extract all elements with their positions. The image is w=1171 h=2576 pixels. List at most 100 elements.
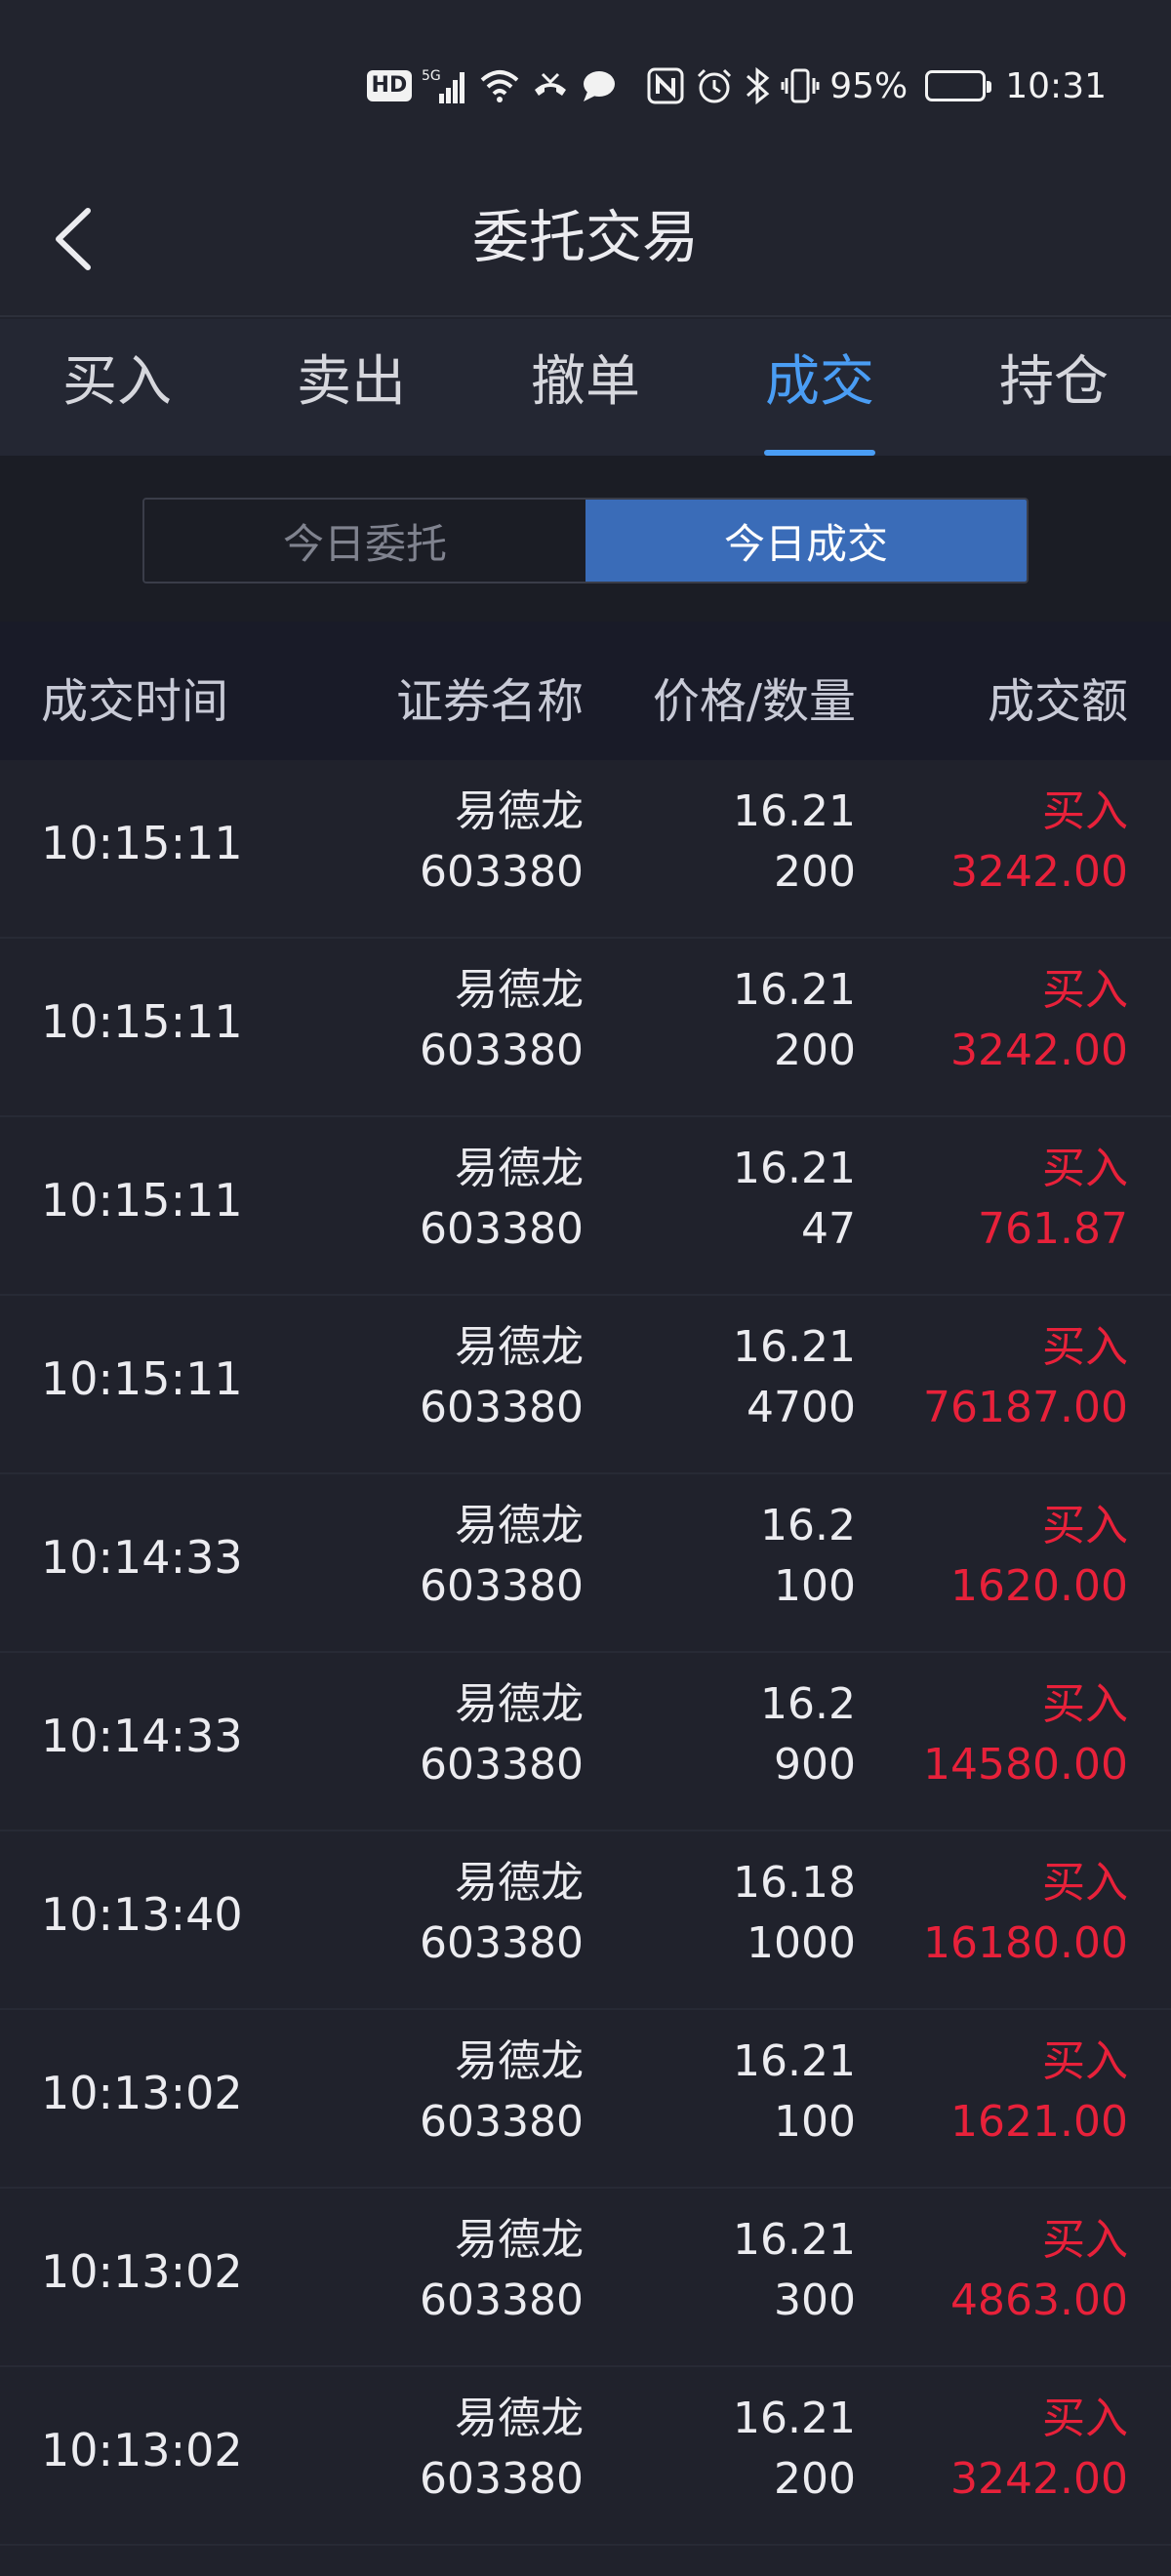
table-row[interactable]: 10:15:11 易德龙 603380 16.21 200 买入 3242.00 <box>0 939 1171 1117</box>
trade-side: 买入 <box>1042 1144 1128 1193</box>
table-header: 成交时间 证券名称 价格/数量 成交额 <box>0 622 1171 760</box>
trade-price: 16.21 <box>733 965 856 1015</box>
security-code: 603380 <box>420 1561 584 1611</box>
header-price-qty: 价格/数量 <box>652 674 856 729</box>
table-row[interactable]: 10:13:40 易德龙 603380 16.18 1000 买入 16180.00 <box>0 1831 1171 2010</box>
trade-quantity: 200 <box>774 847 856 897</box>
price-qty-cell: 16.21 300 <box>733 2210 856 2331</box>
price-qty-cell: 16.21 200 <box>733 960 856 1081</box>
trade-price: 16.2 <box>760 1501 856 1550</box>
hd-icon: HD <box>366 64 413 107</box>
trade-price: 16.2 <box>760 1679 856 1729</box>
table-row[interactable]: 10:13:02 易德龙 603380 16.21 300 买入 4863.00 <box>0 2189 1171 2367</box>
security-name: 易德龙 <box>455 1501 584 1550</box>
trade-quantity: 100 <box>774 1561 856 1611</box>
table-row[interactable]: 10:15:11 易德龙 603380 16.21 200 买入 3242.00 <box>0 760 1171 939</box>
security-cell: 易德龙 603380 <box>420 2210 584 2331</box>
trade-amount: 3242.00 <box>950 847 1128 897</box>
tab-sell[interactable]: 卖出 <box>234 319 468 456</box>
security-name: 易德龙 <box>455 965 584 1015</box>
trade-side: 买入 <box>1042 1679 1128 1729</box>
amount-cell: 买入 3242.00 <box>950 960 1128 1081</box>
amount-cell: 买入 761.87 <box>978 1139 1128 1260</box>
tab-filled[interactable]: 成交 <box>703 319 937 456</box>
amount-cell: 买入 16180.00 <box>923 1853 1128 1974</box>
amount-cell: 买入 76187.00 <box>923 1317 1128 1438</box>
trade-time: 10:13:02 <box>41 2424 243 2476</box>
nfc-icon <box>646 64 685 107</box>
signal-label: 5G <box>422 68 441 84</box>
trade-price: 16.21 <box>733 1144 856 1193</box>
tab-buy[interactable]: 买入 <box>0 319 234 456</box>
bluetooth-icon <box>744 64 771 107</box>
security-code: 603380 <box>420 847 584 897</box>
security-code: 603380 <box>420 1918 584 1968</box>
segmented-control: 今日委托 今日成交 <box>142 498 1029 584</box>
wifi-icon <box>478 64 521 107</box>
trade-quantity: 300 <box>774 2275 856 2325</box>
header-amount: 成交额 <box>987 674 1128 729</box>
security-cell: 易德龙 603380 <box>420 1853 584 1974</box>
trade-quantity: 47 <box>801 1204 856 1254</box>
trade-side: 买入 <box>1042 2215 1128 2265</box>
security-cell: 易德龙 603380 <box>420 960 584 1081</box>
price-qty-cell: 16.21 200 <box>733 782 856 903</box>
table-row[interactable]: 10:15:11 易德龙 603380 16.21 47 买入 761.87 <box>0 1117 1171 1296</box>
security-code: 603380 <box>420 1383 584 1432</box>
table-row[interactable]: 10:13:02 易德龙 603380 16.21 200 买入 3242.00 <box>0 2367 1171 2546</box>
price-qty-cell: 16.21 200 <box>733 2389 856 2510</box>
header-time: 成交时间 <box>41 674 229 729</box>
tab-positions[interactable]: 持仓 <box>937 319 1171 456</box>
security-cell: 易德龙 603380 <box>420 2389 584 2510</box>
security-cell: 易德龙 603380 <box>420 1674 584 1795</box>
table-row[interactable]: 10:14:33 易德龙 603380 16.2 100 买入 1620.00 <box>0 1474 1171 1653</box>
trade-amount: 4863.00 <box>950 2275 1128 2325</box>
trade-time: 10:13:40 <box>41 1888 243 1941</box>
tab-cancel[interactable]: 撤单 <box>468 319 703 456</box>
price-qty-cell: 16.2 100 <box>760 1496 856 1617</box>
amount-cell: 买入 1621.00 <box>950 2032 1128 2153</box>
price-qty-cell: 16.2 900 <box>760 1674 856 1795</box>
trade-amount: 1620.00 <box>950 1561 1128 1611</box>
price-qty-cell: 16.21 100 <box>733 2032 856 2153</box>
trade-amount: 16180.00 <box>923 1918 1128 1968</box>
table-row[interactable]: 10:13:02 易德龙 603380 16.21 100 买入 1621.00 <box>0 2010 1171 2189</box>
alarm-icon <box>695 64 734 107</box>
amount-cell: 买入 1620.00 <box>950 1496 1128 1617</box>
trade-list: 10:15:11 易德龙 603380 16.21 200 买入 3242.00 10:15:… <box>0 760 1171 2546</box>
amount-cell: 买入 4863.00 <box>950 2210 1128 2331</box>
security-name: 易德龙 <box>455 1322 584 1372</box>
segment-today-trades[interactable]: 今日成交 <box>586 500 1027 582</box>
trade-price: 16.21 <box>733 2394 856 2443</box>
table-row[interactable]: 10:14:33 易德龙 603380 16.2 900 买入 14580.00 <box>0 1653 1171 1831</box>
chat-bubble-icon <box>580 64 619 107</box>
security-cell: 易德龙 603380 <box>420 1496 584 1617</box>
trade-quantity: 4700 <box>747 1383 856 1432</box>
security-code: 603380 <box>420 2275 584 2325</box>
security-name: 易德龙 <box>455 1858 584 1908</box>
battery-icon <box>925 64 992 107</box>
segment-today-orders[interactable]: 今日委托 <box>144 500 586 582</box>
clock-time: 10:31 <box>1005 65 1107 106</box>
signal-5g-icon: 5G <box>422 64 468 107</box>
security-code: 603380 <box>420 1026 584 1075</box>
security-name: 易德龙 <box>455 2215 584 2265</box>
trade-amount: 3242.00 <box>950 2454 1128 2504</box>
price-qty-cell: 16.21 47 <box>733 1139 856 1260</box>
security-name: 易德龙 <box>455 2394 584 2443</box>
tab-bar: 买入 卖出 撤单 成交 持仓 <box>0 319 1171 456</box>
trade-price: 16.21 <box>733 2215 856 2265</box>
trade-price: 16.18 <box>733 1858 856 1908</box>
security-cell: 易德龙 603380 <box>420 1317 584 1438</box>
amount-cell: 买入 3242.00 <box>950 782 1128 903</box>
trade-quantity: 100 <box>774 2097 856 2147</box>
segment-area: 今日委托 今日成交 <box>0 456 1171 622</box>
trade-side: 买入 <box>1042 1858 1128 1908</box>
vibrate-icon <box>781 64 820 107</box>
call-icon <box>531 64 570 107</box>
security-code: 603380 <box>420 2097 584 2147</box>
trade-time: 10:14:33 <box>41 1710 243 1762</box>
security-name: 易德龙 <box>455 1679 584 1729</box>
price-qty-cell: 16.21 4700 <box>733 1317 856 1438</box>
table-row[interactable]: 10:15:11 易德龙 603380 16.21 4700 买入 76187.00 <box>0 1296 1171 1474</box>
